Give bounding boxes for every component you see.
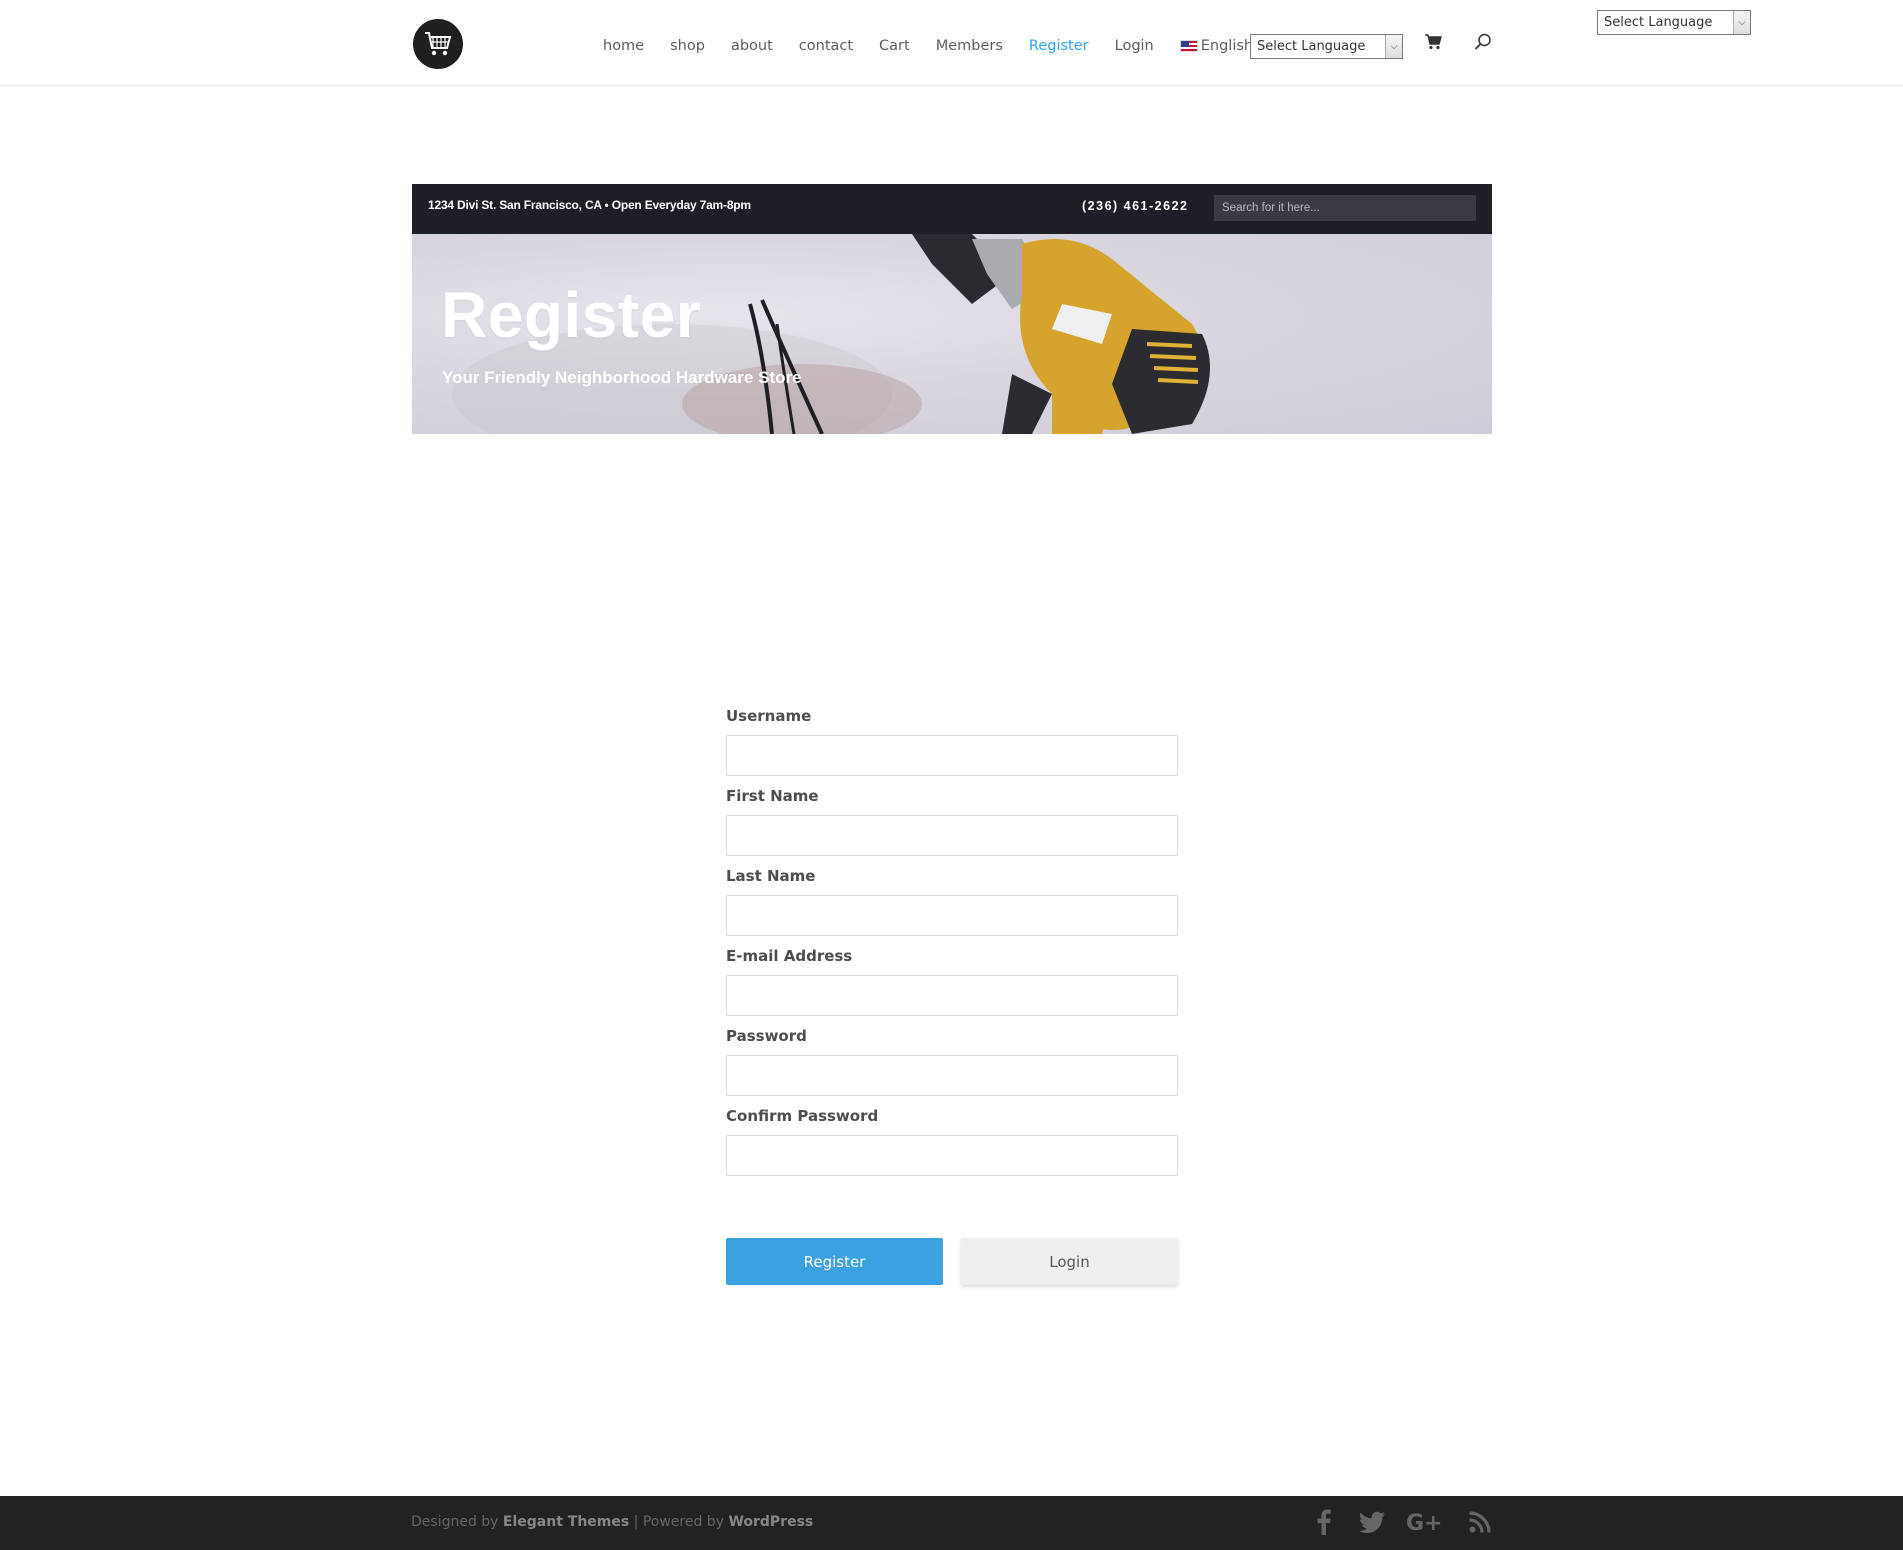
svg-text:G+: G+ — [1406, 1511, 1443, 1534]
first-name-input[interactable] — [726, 815, 1178, 856]
footer-credit: Designed by Elegant Themes | Powered by … — [411, 1514, 813, 1530]
nav-register[interactable]: Register — [1029, 38, 1089, 54]
first-name-label: First Name — [726, 787, 819, 805]
password-label: Password — [726, 1027, 807, 1045]
store-search-input[interactable] — [1214, 195, 1476, 221]
shopping-cart-logo-icon — [425, 32, 452, 56]
corner-language-select-value: Select Language — [1604, 15, 1713, 30]
hero-image: Register Your Friendly Neighborhood Hard… — [412, 234, 1492, 434]
nav-members[interactable]: Members — [936, 38, 1003, 54]
username-label: Username — [726, 707, 812, 725]
info-bar: 1234 Divi St. San Francisco, CA • Open E… — [412, 184, 1492, 234]
nav-login[interactable]: Login — [1115, 38, 1154, 54]
us-flag-icon — [1179, 40, 1198, 52]
nav-about[interactable]: about — [731, 38, 773, 54]
designed-by-prefix: Designed by — [411, 1514, 499, 1530]
store-phone: (236) 461-2622 — [1082, 199, 1189, 213]
confirm-password-input[interactable] — [726, 1135, 1178, 1176]
google-plus-icon[interactable]: G+ — [1406, 1508, 1446, 1536]
last-name-input[interactable] — [726, 895, 1178, 936]
register-button[interactable]: Register — [726, 1238, 943, 1285]
nav-shop[interactable]: shop — [670, 38, 705, 54]
site-footer: Designed by Elegant Themes | Powered by … — [0, 1496, 1903, 1550]
powered-by-prefix: | Powered by — [633, 1514, 724, 1530]
form-buttons: Register Login — [726, 1238, 1178, 1286]
twitter-icon[interactable] — [1358, 1508, 1386, 1536]
store-address: 1234 Divi St. San Francisco, CA • Open E… — [428, 198, 751, 212]
language-select-value: Select Language — [1257, 39, 1366, 54]
language-label: English — [1200, 38, 1254, 54]
nav-cart[interactable]: Cart — [879, 38, 910, 54]
social-links: G+ — [1310, 1508, 1514, 1536]
language-select[interactable]: Select Language ⌵ — [1250, 34, 1403, 59]
chevron-down-icon: ⌵ — [1385, 35, 1402, 58]
email-label: E-mail Address — [726, 947, 853, 965]
hero-banner: 1234 Divi St. San Francisco, CA • Open E… — [412, 184, 1492, 434]
last-name-label: Last Name — [726, 867, 816, 885]
nav-language-english[interactable]: English — [1179, 38, 1254, 54]
rss-icon[interactable] — [1466, 1508, 1494, 1536]
chevron-down-icon: ⌵ — [1733, 11, 1750, 34]
page-subtitle: Your Friendly Neighborhood Hardware Stor… — [442, 368, 802, 387]
email-input[interactable] — [726, 975, 1178, 1016]
register-form: Username First Name Last Name E-mail Add… — [726, 700, 1178, 1285]
wordpress-link[interactable]: WordPress — [728, 1514, 813, 1530]
nav-contact[interactable]: contact — [799, 38, 853, 54]
page-title: Register — [441, 279, 702, 351]
username-input[interactable] — [726, 735, 1178, 776]
elegant-themes-link[interactable]: Elegant Themes — [503, 1514, 629, 1530]
site-logo[interactable] — [413, 19, 463, 69]
cart-icon[interactable] — [1424, 33, 1442, 51]
password-input[interactable] — [726, 1055, 1178, 1096]
facebook-icon[interactable] — [1310, 1508, 1338, 1536]
search-icon[interactable] — [1473, 32, 1493, 52]
login-button[interactable]: Login — [961, 1238, 1178, 1285]
corner-language-select[interactable]: Select Language ⌵ — [1597, 10, 1751, 35]
main-nav: home shop about contact Cart Members Reg… — [603, 35, 1279, 57]
confirm-password-label: Confirm Password — [726, 1107, 879, 1125]
nav-home[interactable]: home — [603, 38, 644, 54]
